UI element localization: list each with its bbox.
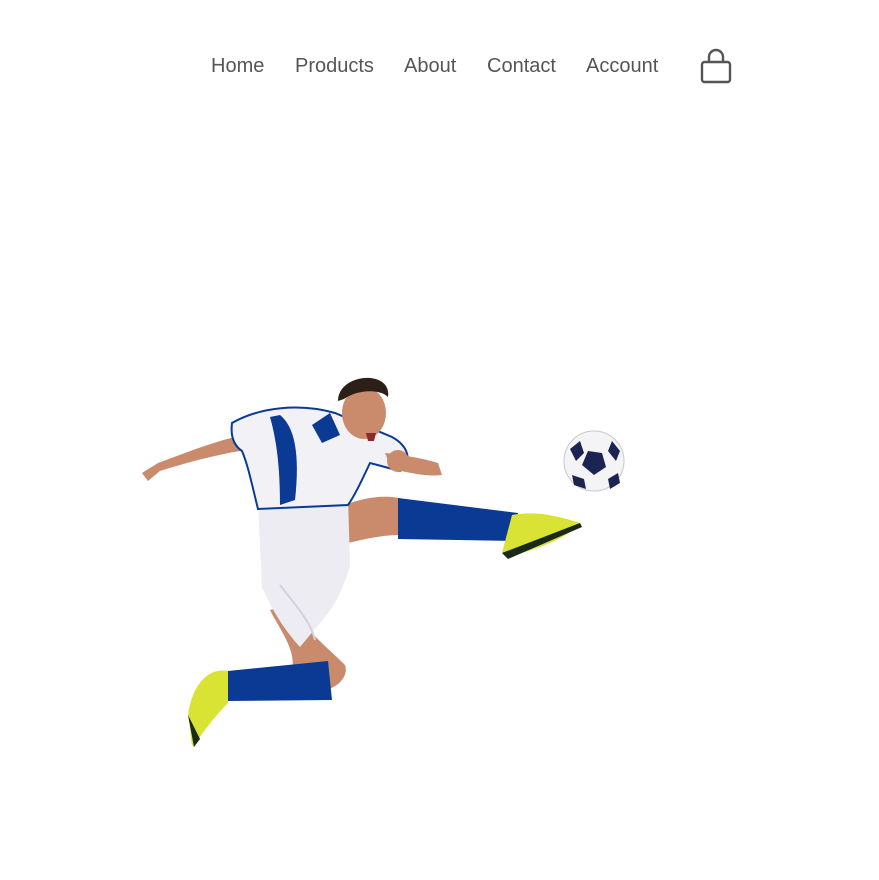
main-navigation: Home Products About Contact Account — [0, 46, 879, 86]
shopping-bag-icon — [700, 48, 732, 84]
nav-link-products[interactable]: Products — [295, 54, 374, 78]
nav-link-account[interactable]: Account — [586, 54, 658, 78]
nav-link-about[interactable]: About — [404, 54, 456, 78]
cart-button[interactable] — [699, 48, 733, 84]
hero-image — [130, 355, 640, 755]
nav-link-home[interactable]: Home — [211, 54, 264, 78]
soccer-player-illustration — [142, 377, 625, 747]
nav-link-contact[interactable]: Contact — [487, 54, 556, 78]
